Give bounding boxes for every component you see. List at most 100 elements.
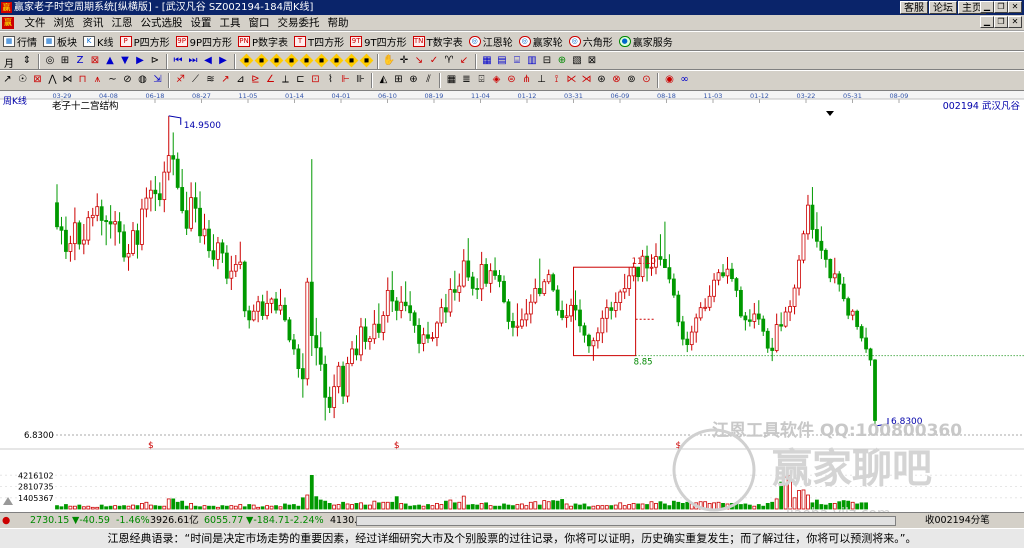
candle-body[interactable]: [350, 348, 354, 364]
diamond-5-icon[interactable]: ◆: [299, 53, 313, 68]
candle-body[interactable]: [806, 204, 810, 235]
parallel-icon[interactable]: ≋: [204, 73, 217, 86]
candle-body[interactable]: [493, 270, 497, 276]
candle-body[interactable]: [72, 222, 77, 245]
candle-body[interactable]: [318, 347, 323, 365]
candle-body[interactable]: [274, 298, 278, 311]
candle-body[interactable]: [131, 230, 135, 254]
candle-body[interactable]: [479, 264, 484, 290]
candle-body[interactable]: [64, 229, 68, 252]
candle-body[interactable]: [864, 337, 868, 350]
candle-body[interactable]: [81, 239, 86, 245]
minimize-icon[interactable]: ▁: [980, 1, 994, 13]
grid-1-icon[interactable]: ▦: [481, 54, 494, 67]
candle-body[interactable]: [336, 365, 341, 388]
diamond-9-icon[interactable]: ◆: [359, 53, 373, 68]
candle-body[interactable]: [408, 305, 413, 314]
candle-body[interactable]: [207, 228, 211, 252]
candle-body[interactable]: [551, 274, 556, 291]
support-link[interactable]: 客服: [900, 1, 928, 14]
candle-body[interactable]: [327, 396, 332, 408]
cancel-icon[interactable]: ⊠: [89, 54, 102, 67]
candle-body[interactable]: [475, 288, 480, 290]
candle-body[interactable]: [426, 334, 430, 339]
candle-body[interactable]: [412, 312, 417, 326]
menu-file[interactable]: 文件: [21, 15, 50, 31]
candle-body[interactable]: [269, 298, 274, 304]
candle-body[interactable]: [761, 318, 766, 332]
forum-link[interactable]: 论坛: [929, 1, 957, 14]
candle-body[interactable]: [497, 275, 502, 282]
horizontal-scrollbar[interactable]: [356, 516, 896, 526]
slash-icon[interactable]: ⫽: [422, 73, 435, 86]
toolbar-t-number-button[interactable]: TN T数字表: [410, 32, 466, 50]
candle-body[interactable]: [542, 281, 547, 294]
candle-body[interactable]: [470, 276, 475, 289]
dropdown-arrow-icon[interactable]: [826, 111, 834, 116]
candle-body[interactable]: [363, 326, 368, 342]
candle-body[interactable]: [157, 193, 162, 201]
candle-body[interactable]: [287, 319, 292, 341]
wedge-icon[interactable]: ⊵: [249, 73, 262, 86]
toolbar-t-square-button[interactable]: T T四方形: [291, 32, 347, 50]
diamond-6-icon[interactable]: ◆: [314, 53, 328, 68]
color-icon[interactable]: ◉: [663, 73, 676, 86]
candle-body[interactable]: [587, 334, 591, 347]
candle-body[interactable]: [721, 272, 725, 277]
candle-body[interactable]: [309, 281, 314, 336]
fib2-icon[interactable]: ⊪: [354, 73, 367, 86]
candle-body[interactable]: [546, 274, 551, 283]
arc-icon[interactable]: ♐: [174, 73, 187, 86]
cursor-icon[interactable]: ◎: [44, 54, 57, 67]
candle-body[interactable]: [233, 264, 238, 272]
candle-body[interactable]: [341, 365, 345, 397]
candle-body[interactable]: [604, 307, 609, 319]
toolbar-winner-wheel-button[interactable]: ◎ 赢家轮: [516, 32, 566, 50]
candle-body[interactable]: [283, 304, 287, 321]
candle-body[interactable]: [399, 301, 404, 311]
candle-body[interactable]: [765, 330, 770, 349]
candle-body[interactable]: [515, 325, 520, 328]
sz-index[interactable]: 6055.77: [204, 513, 243, 528]
candle-body[interactable]: [220, 242, 225, 254]
candle-body[interactable]: [828, 258, 833, 279]
toolbar-hexagon-button[interactable]: ◎ 六角形: [566, 32, 616, 50]
step-icon[interactable]: ⇕: [21, 54, 34, 67]
candle-body[interactable]: [698, 307, 703, 319]
diamond-8-icon[interactable]: ◆: [344, 53, 358, 68]
extend-icon[interactable]: ⇲: [151, 73, 164, 86]
candle-body[interactable]: [184, 210, 189, 229]
candle-body[interactable]: [175, 158, 180, 188]
candle-body[interactable]: [569, 304, 573, 317]
candle-body[interactable]: [770, 347, 775, 351]
candle-body[interactable]: [345, 363, 350, 397]
candle-body[interactable]: [385, 289, 390, 316]
diamond-1-icon[interactable]: ◆: [239, 53, 253, 68]
candle-body[interactable]: [381, 315, 386, 333]
close-icon[interactable]: ✕: [1008, 1, 1022, 13]
candle-body[interactable]: [533, 288, 538, 303]
candle-body[interactable]: [68, 243, 73, 252]
candle-body[interactable]: [314, 335, 319, 349]
candle-body[interactable]: [488, 270, 493, 284]
candle-body[interactable]: [595, 332, 600, 342]
candle-body[interactable]: [394, 300, 399, 311]
candle-body[interactable]: [734, 278, 739, 291]
candle-body[interactable]: [667, 267, 672, 280]
candle-body[interactable]: [251, 310, 256, 321]
candle-body[interactable]: [278, 304, 283, 311]
candle-body[interactable]: [260, 301, 265, 316]
candle-body[interactable]: [730, 268, 734, 280]
candle-body[interactable]: [801, 233, 806, 261]
candle-body[interactable]: [99, 206, 104, 221]
candle-body[interactable]: [148, 189, 153, 199]
menu-trade[interactable]: 交易委托: [274, 15, 324, 31]
cycle-icon[interactable]: ⌇: [324, 73, 337, 86]
candle-body[interactable]: [837, 273, 842, 285]
candle-body[interactable]: [841, 283, 846, 300]
candle-body[interactable]: [707, 295, 712, 308]
candle-body[interactable]: [506, 301, 511, 322]
grid-3-icon[interactable]: ⌸: [511, 54, 524, 67]
right-icon[interactable]: ▶: [217, 54, 230, 67]
period-selector[interactable]: 月: [4, 55, 14, 69]
